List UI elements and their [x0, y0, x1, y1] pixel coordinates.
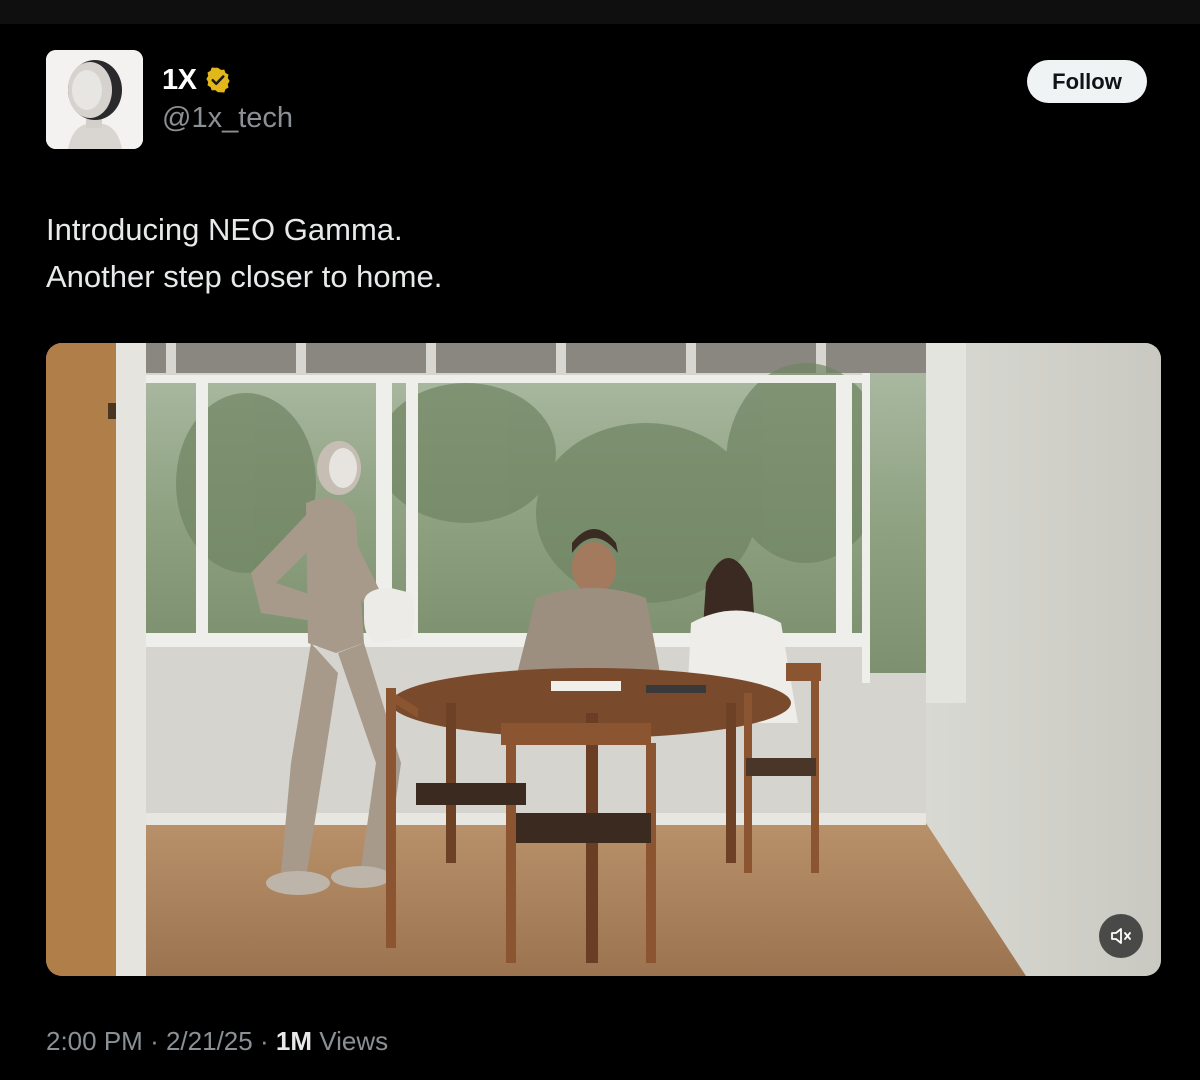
author-display-name[interactable]: 1X: [162, 64, 197, 97]
author-name-row[interactable]: 1X: [162, 62, 232, 98]
post-date[interactable]: 2/21/25: [166, 1026, 253, 1056]
meta-separator: ·: [150, 1026, 159, 1056]
video-frame-image: [46, 343, 1161, 976]
robot-avatar-icon: [46, 50, 143, 149]
video-player[interactable]: [46, 343, 1161, 976]
post-text-line: Introducing NEO Gamma.: [46, 212, 403, 247]
author-avatar[interactable]: [46, 50, 143, 149]
meta-separator: ·: [259, 1026, 269, 1056]
views-label: Views: [319, 1026, 389, 1056]
follow-button[interactable]: Follow: [1027, 60, 1147, 103]
author-handle[interactable]: @1x_tech: [162, 102, 293, 135]
post-time[interactable]: 2:00 PM: [46, 1026, 143, 1056]
post-text-line: Another step closer to home.: [46, 259, 443, 294]
mute-button[interactable]: [1099, 914, 1143, 958]
views-count: 1M: [275, 1026, 312, 1056]
post-text: Introducing NEO Gamma. Another step clos…: [46, 206, 442, 300]
post-meta: 2:00 PM · 2/21/25 · 1M Views: [46, 1026, 388, 1057]
speaker-muted-icon: [1111, 928, 1131, 944]
top-strip: [0, 0, 1200, 24]
verified-badge-icon: [206, 67, 231, 93]
